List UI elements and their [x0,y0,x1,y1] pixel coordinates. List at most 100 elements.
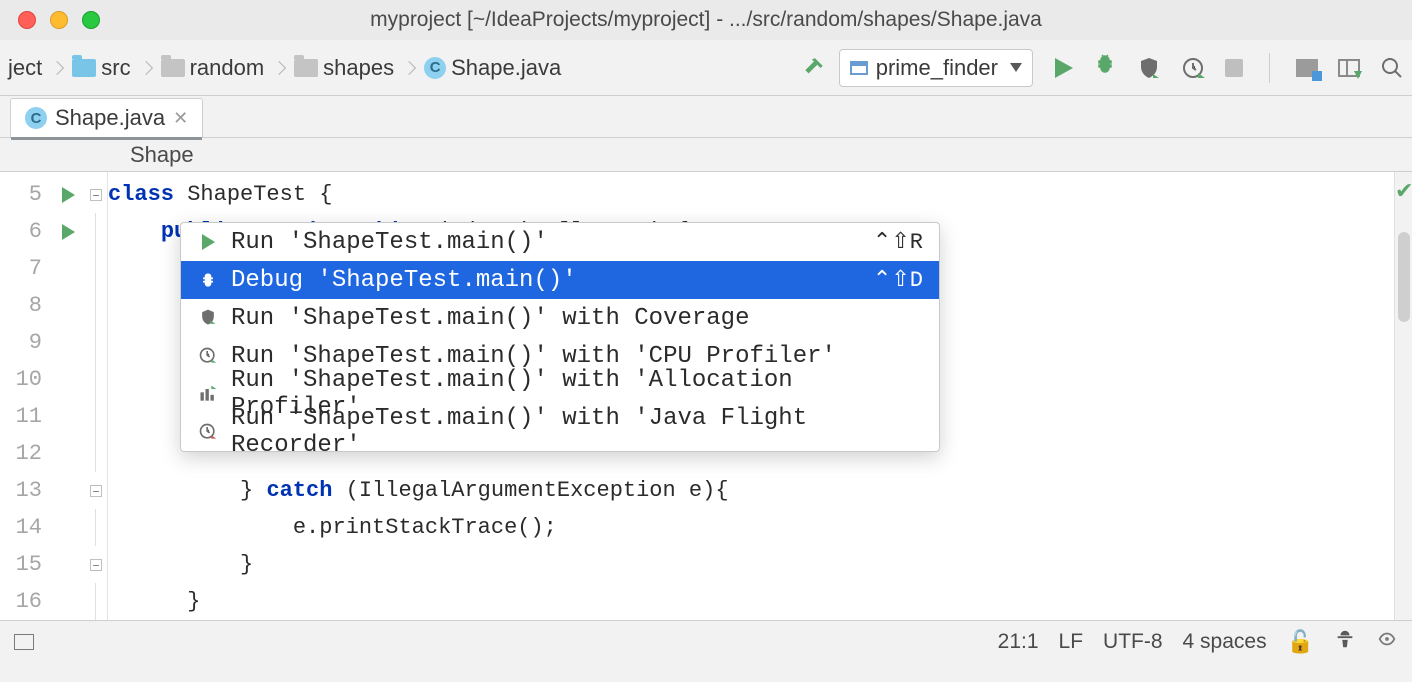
application-icon [850,61,868,75]
menu-label: Run 'ShapeTest.main()' with 'Java Flight… [231,405,923,452]
build-button[interactable] [801,55,827,81]
line-number: 15 [0,546,52,583]
line-number-gutter: 5 6 7 8 9 10 11 12 13 14 15 16 [0,172,52,620]
line-number: 6 [0,213,52,250]
fold-line [95,250,96,287]
line-number: 13 [0,472,52,509]
editor-scrollbar[interactable] [1398,232,1410,322]
folder-icon [72,59,96,77]
chevron-down-icon [1010,63,1022,72]
debug-icon [197,270,219,290]
menu-run-main[interactable]: Run 'ShapeTest.main()' ⌃⇧R [181,223,939,261]
chevron-right-icon [139,60,153,74]
alloc-profiler-icon [197,384,219,404]
line-number: 5 [0,176,52,213]
crumb-label: shapes [323,55,394,81]
menu-label: Debug 'ShapeTest.main()' [231,267,861,294]
main-toolbar: ject src random shapes CShape.java prime… [0,40,1412,96]
run-button[interactable] [1055,58,1073,78]
crumb-label: Shape [130,142,194,168]
readonly-toggle[interactable]: 🔓 [1287,629,1314,655]
profiler-button[interactable] [1181,56,1205,80]
file-encoding[interactable]: UTF-8 [1103,630,1163,654]
crumb-label: src [101,55,130,81]
navigation-bar: ject src random shapes CShape.java [8,55,561,81]
menu-shortcut: ⌃⇧D [873,267,923,293]
crumb-label: Shape.java [451,55,561,81]
line-number: 9 [0,324,52,361]
breadcrumb-project[interactable]: ject [8,55,42,81]
menu-debug-main[interactable]: Debug 'ShapeTest.main()' ⌃⇧D [181,261,939,299]
folder-icon [161,59,185,77]
editor-right-gutter: ✔ [1394,172,1412,620]
project-structure-button[interactable] [1296,59,1318,77]
fold-toggle[interactable] [90,559,102,571]
run-config-label: prime_finder [876,55,998,81]
menu-label: Run 'ShapeTest.main()' with 'CPU Profile… [231,343,923,370]
line-number: 7 [0,250,52,287]
line-number: 10 [0,361,52,398]
line-number: 11 [0,398,52,435]
run-line-marker[interactable] [62,187,75,203]
menu-run-jfr[interactable]: Run 'ShapeTest.main()' with 'Java Flight… [181,413,939,451]
gutter-context-menu: Run 'ShapeTest.main()' ⌃⇧R Debug 'ShapeT… [180,222,940,452]
code-editor[interactable]: class ShapeTest { public static void mai… [108,172,1394,620]
line-number: 12 [0,435,52,472]
menu-run-coverage[interactable]: Run 'ShapeTest.main()' with Coverage [181,299,939,337]
menu-label: Run 'ShapeTest.main()' [231,229,861,256]
fold-line [95,324,96,361]
line-number: 14 [0,509,52,546]
indent-indicator[interactable]: 4 spaces [1183,630,1267,654]
profiler-icon [197,346,219,366]
run-configuration-selector[interactable]: prime_finder [839,49,1033,87]
search-everywhere-button[interactable] [1380,56,1404,80]
tool-windows-toggle[interactable] [14,634,34,650]
jfr-icon [197,422,219,442]
breadcrumb-shapes[interactable]: shapes [294,55,394,81]
stop-button[interactable] [1225,59,1243,77]
crumb-label: random [190,55,265,81]
run-anything-button[interactable] [1338,59,1360,77]
title-bar: myproject [~/IdeaProjects/myproject] - .… [0,0,1412,40]
window-title: myproject [~/IdeaProjects/myproject] - .… [0,8,1412,32]
line-number: 8 [0,287,52,324]
crumb-label: ject [8,55,42,81]
fold-line [95,435,96,472]
cursor-position[interactable]: 21:1 [998,630,1039,654]
class-icon: C [424,57,446,79]
chevron-right-icon [272,60,286,74]
run-line-marker[interactable] [62,224,75,240]
separator [1269,53,1270,83]
breadcrumb-file[interactable]: CShape.java [424,55,561,81]
class-icon: C [25,107,47,129]
fold-line [95,287,96,324]
close-tab-button[interactable]: ✕ [173,108,188,129]
editor-tab-bar: C Shape.java ✕ [0,96,1412,138]
coverage-button[interactable] [1137,56,1161,80]
fold-toggle[interactable] [90,485,102,497]
inspection-ok-icon[interactable]: ✔ [1395,178,1412,204]
inspection-profile-button[interactable] [1334,628,1356,656]
run-icon [197,234,219,250]
debug-button[interactable] [1093,52,1117,83]
fold-line [95,583,96,620]
breadcrumb-random[interactable]: random [161,55,265,81]
breadcrumb-src[interactable]: src [72,55,130,81]
fold-line [95,509,96,546]
event-log-button[interactable] [1376,628,1398,656]
menu-label: Run 'ShapeTest.main()' with Coverage [231,305,923,332]
toolbar-action-icons [1055,52,1404,83]
line-separator[interactable]: LF [1059,630,1084,654]
run-gutter [52,172,84,620]
coverage-icon [197,308,219,328]
fold-gutter [84,172,108,620]
chevron-right-icon [50,60,64,74]
fold-line [95,361,96,398]
chevron-right-icon [402,60,416,74]
menu-shortcut: ⌃⇧R [873,229,923,255]
fold-toggle[interactable] [90,189,102,201]
folder-icon [294,59,318,77]
editor-tab[interactable]: C Shape.java ✕ [10,98,203,137]
status-bar: 21:1 LF UTF-8 4 spaces 🔓 [0,620,1412,662]
structure-breadcrumb[interactable]: Shape [0,138,1412,172]
